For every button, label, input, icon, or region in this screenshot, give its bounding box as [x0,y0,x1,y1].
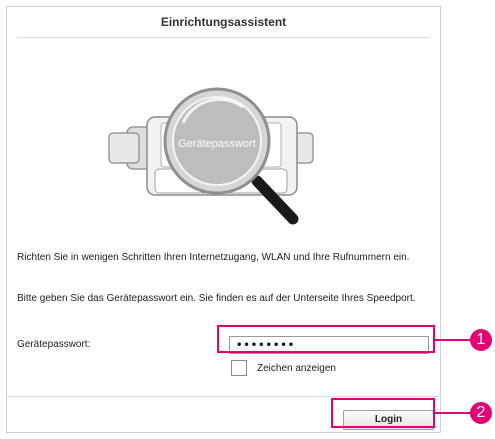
setup-wizard-dialog: Einrichtungsassistent Gerätepasswort Ric… [6,6,441,433]
footer-divider [7,396,440,397]
intro-text: Richten Sie in wenigen Schritten Ihren I… [17,252,410,263]
show-characters-label: Zeichen anzeigen [257,362,336,374]
device-password-illustration: Gerätepasswort [107,77,337,237]
show-characters-checkbox[interactable] [231,360,247,376]
lens-text: Gerätepasswort [178,138,256,150]
callout-number-2: 2 [470,402,492,424]
show-characters-toggle[interactable]: Zeichen anzeigen [231,359,336,377]
password-hint-text: Bitte geben Sie das Gerätepasswort ein. … [17,293,416,304]
callout-highlight-password [217,325,435,353]
dialog-title: Einrichtungsassistent [160,15,287,29]
callout-highlight-login [331,398,435,428]
callout-number-1: 1 [470,329,492,351]
title-divider [17,37,430,38]
device-password-label: Gerätepasswort: [17,339,91,350]
callout-line-2 [435,412,475,414]
callout-line-1 [435,339,475,341]
